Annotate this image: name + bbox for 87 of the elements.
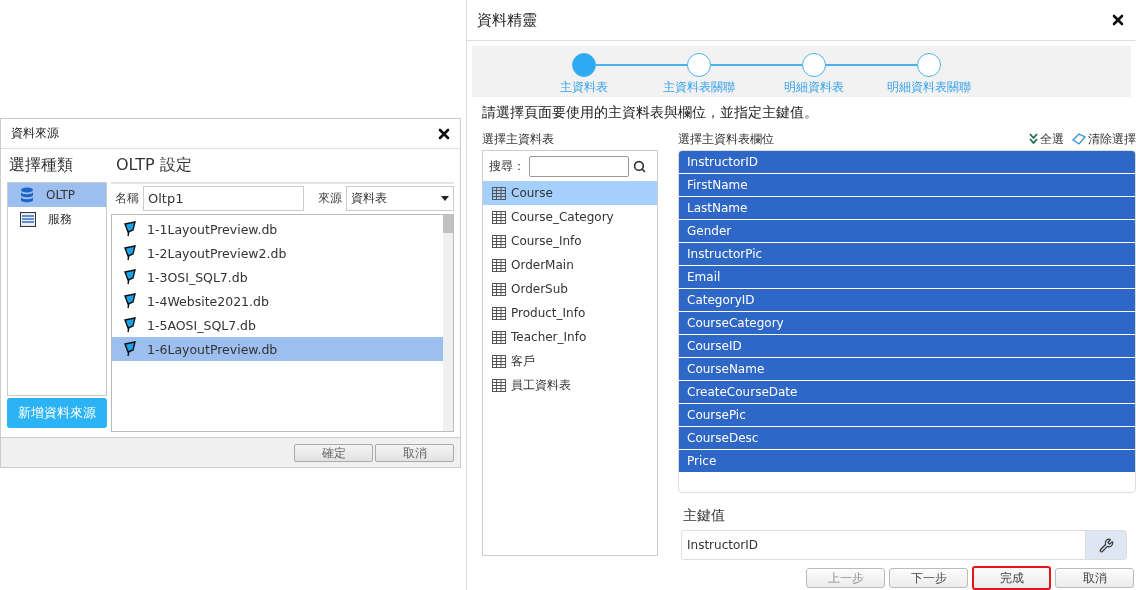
- quill-icon: [124, 221, 137, 237]
- wizard-button[interactable]: 完成: [972, 566, 1051, 590]
- table-item[interactable]: OrderSub: [483, 277, 657, 301]
- search-icon[interactable]: [633, 160, 646, 173]
- wrench-icon: [1098, 537, 1114, 553]
- field-item[interactable]: Gender: [679, 220, 1135, 242]
- file-item[interactable]: 1-2LayoutPreview2.db: [112, 241, 443, 265]
- table-icon: [492, 258, 506, 272]
- table-icon: [492, 210, 506, 224]
- table-icon: [492, 354, 506, 368]
- table-icon: [492, 186, 506, 200]
- section-heading: 選擇種類: [9, 155, 73, 176]
- field-item[interactable]: InstructorPic: [679, 243, 1135, 265]
- table-icon: [492, 378, 506, 392]
- field-item[interactable]: Email: [679, 266, 1135, 288]
- column-heading: 選擇主資料表欄位: [678, 131, 774, 147]
- field-item[interactable]: CourseName: [679, 358, 1135, 380]
- dialog-title: 資料精靈: [477, 10, 537, 30]
- column-heading: 選擇主資料表: [482, 131, 554, 147]
- table-item[interactable]: Course_Category: [483, 205, 657, 229]
- table-item[interactable]: Course: [483, 181, 657, 205]
- category-item[interactable]: OLTP: [8, 183, 106, 207]
- step-label: 主資料表: [559, 80, 608, 95]
- scrollbar[interactable]: [443, 215, 453, 431]
- field-item[interactable]: CourseID: [679, 335, 1135, 357]
- field-label: 來源: [318, 189, 342, 207]
- source-dropdown[interactable]: 資料表: [346, 185, 454, 211]
- search-field[interactable]: [529, 156, 629, 177]
- step-circle[interactable]: [571, 53, 596, 77]
- file-item[interactable]: 1-1LayoutPreview.db: [112, 217, 443, 241]
- dialog-button[interactable]: 取消: [375, 443, 454, 462]
- file-item[interactable]: 1-4Website2021.db: [112, 289, 443, 313]
- table-icon: [492, 282, 506, 296]
- field-item[interactable]: CreateCourseDate: [679, 381, 1135, 403]
- step-label: 明細資料表關聯: [886, 80, 971, 95]
- select-all-link[interactable]: 全選: [1029, 131, 1064, 147]
- table-item[interactable]: OrderMain: [483, 253, 657, 277]
- dialog-button[interactable]: 確定: [294, 443, 373, 462]
- step-circle[interactable]: [801, 53, 826, 77]
- field-item[interactable]: Price: [679, 450, 1135, 472]
- wizard-button[interactable]: 取消: [1055, 568, 1134, 588]
- category-item[interactable]: 服務: [8, 207, 106, 231]
- primary-key-field[interactable]: InstructorID: [681, 530, 1127, 560]
- settings-heading: OLTP 設定: [116, 155, 192, 176]
- table-icon: [492, 234, 506, 248]
- field-item[interactable]: CourseCategory: [679, 312, 1135, 334]
- primary-key-label: 主鍵值: [683, 507, 726, 525]
- instruction-text: 請選擇頁面要使用的主資料表與欄位，並指定主鍵值。: [482, 104, 819, 122]
- quill-icon: [124, 341, 137, 357]
- field-item[interactable]: CoursePic: [679, 404, 1135, 426]
- table-item[interactable]: Teacher_Info: [483, 325, 657, 349]
- step-label: 明細資料表: [783, 80, 844, 95]
- double-check-icon: [1029, 133, 1038, 145]
- file-item[interactable]: 1-6LayoutPreview.db: [112, 337, 443, 361]
- field-item[interactable]: FirstName: [679, 174, 1135, 196]
- field-label: 名稱: [115, 189, 139, 207]
- table-icon: [492, 330, 506, 344]
- file-item[interactable]: 1-5AOSI_SQL7.db: [112, 313, 443, 337]
- table-icon: [492, 306, 506, 320]
- quill-icon: [124, 245, 137, 261]
- tools-button[interactable]: [1085, 531, 1126, 559]
- field-item[interactable]: InstructorID: [679, 151, 1135, 173]
- dialog-title: 資料來源: [11, 125, 59, 142]
- field-item[interactable]: CourseDesc: [679, 427, 1135, 449]
- wizard-button[interactable]: 下一步: [889, 568, 968, 588]
- table-item[interactable]: Course_Info: [483, 229, 657, 253]
- name-field[interactable]: Oltp1: [143, 185, 304, 211]
- search-label: 搜尋：: [489, 159, 525, 174]
- server-icon: [20, 211, 36, 227]
- step-circle[interactable]: [686, 53, 711, 77]
- field-item[interactable]: LastName: [679, 197, 1135, 219]
- dropdown-caret-icon: [441, 195, 449, 201]
- database-icon: [20, 187, 34, 203]
- table-item[interactable]: 員工資料表: [483, 373, 657, 397]
- quill-icon: [124, 317, 137, 333]
- clear-selection-link[interactable]: 清除選擇: [1072, 131, 1136, 147]
- quill-icon: [124, 293, 137, 309]
- scrollbar-thumb[interactable]: [443, 215, 453, 233]
- step-circle[interactable]: [916, 53, 941, 77]
- step-label: 主資料表關聯: [662, 80, 735, 95]
- file-item[interactable]: 1-3OSI_SQL7.db: [112, 265, 443, 289]
- field-item[interactable]: CategoryID: [679, 289, 1135, 311]
- quill-icon: [124, 269, 137, 285]
- close-icon[interactable]: [1112, 14, 1124, 26]
- close-icon[interactable]: [438, 127, 450, 140]
- table-item[interactable]: Product_Info: [483, 301, 657, 325]
- table-item[interactable]: 客戶: [483, 349, 657, 373]
